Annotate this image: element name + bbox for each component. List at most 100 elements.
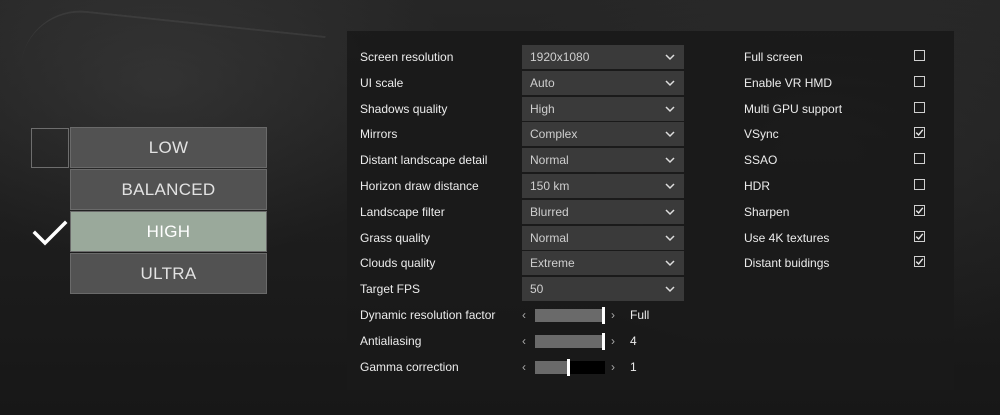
chevron-right-icon[interactable]: ›	[611, 334, 615, 348]
chevron-down-icon	[665, 106, 675, 112]
slider-value: 4	[630, 333, 637, 348]
dropdown-value: 150 km	[530, 178, 570, 193]
graphics-preset-list: LOW BALANCED HIGH ULTRA	[70, 127, 267, 295]
slider-fill	[535, 308, 605, 322]
multi-gpu-support-checkbox[interactable]	[914, 101, 925, 113]
setting-row-distant-landscape-detail: Distant landscape detail Normal	[360, 148, 690, 174]
enable-vr-hmd-checkbox[interactable]	[914, 75, 925, 87]
dropdown-value: Normal	[530, 153, 569, 168]
checkmark-icon	[32, 220, 68, 246]
setting-row-clouds-quality: Clouds quality Extreme	[360, 251, 690, 277]
chevron-down-icon	[665, 157, 675, 164]
option-label: HDR	[744, 178, 770, 193]
option-label: Full screen	[744, 50, 803, 64]
slider-thumb[interactable]	[602, 332, 605, 350]
dropdown-value: 1920x1080	[530, 50, 590, 64]
clouds-quality-dropdown[interactable]: Extreme	[522, 251, 684, 276]
preset-ultra-button[interactable]: ULTRA	[70, 253, 267, 294]
chevron-down-icon	[665, 209, 675, 215]
option-enable-vr-hmd: Enable VR HMD	[744, 71, 934, 97]
option-sharpen: Sharpen	[744, 200, 934, 226]
dropdown-value: Extreme	[530, 256, 575, 271]
dropdown-value: Complex	[530, 127, 578, 142]
preset-balanced-button[interactable]: BALANCED	[70, 169, 267, 210]
setting-label: Distant landscape detail	[360, 153, 488, 168]
setting-label: Clouds quality	[360, 256, 436, 271]
settings-list: Screen resolution 1920x1080 UI scale Aut…	[360, 45, 690, 380]
setting-label: Mirrors	[360, 127, 398, 142]
dropdown-value: 50	[530, 282, 544, 297]
checkmark-icon	[915, 207, 924, 214]
setting-row-dynamic-resolution-factor: Dynamic resolution factor ‹ › Full	[360, 303, 690, 329]
setting-label: Dynamic resolution factor	[360, 307, 496, 322]
setting-label: UI scale	[360, 75, 404, 90]
option-label: Sharpen	[744, 204, 790, 219]
ssao-checkbox[interactable]	[914, 153, 925, 165]
use-4k-textures-checkbox[interactable]	[914, 230, 925, 242]
setting-row-gamma-correction: Gamma correction ‹ › 1	[360, 355, 690, 381]
horizon-draw-distance-dropdown[interactable]: 150 km	[522, 173, 684, 198]
distant-landscape-detail-dropdown[interactable]: Normal	[522, 148, 684, 173]
sharpen-checkbox[interactable]	[914, 204, 925, 216]
slider-value: 1	[630, 359, 637, 374]
setting-label: Shadows quality	[360, 101, 448, 116]
grass-quality-dropdown[interactable]: Normal	[522, 225, 684, 250]
dynamic-resolution-factor-slider[interactable]	[535, 306, 605, 324]
option-use-4k-textures: Use 4K textures	[744, 226, 934, 252]
slider-thumb[interactable]	[602, 306, 605, 324]
shadows-quality-dropdown[interactable]: High	[522, 96, 684, 121]
toggle-options-list: Full screen Enable VR HMD Multi GPU supp…	[744, 45, 934, 277]
target-fps-dropdown[interactable]: 50	[522, 277, 684, 302]
checkmark-icon	[915, 129, 924, 137]
gamma-correction-slider[interactable]	[535, 358, 605, 376]
setting-row-mirrors: Mirrors Complex	[360, 122, 690, 148]
chevron-down-icon	[665, 286, 675, 293]
hdr-checkbox[interactable]	[914, 178, 925, 190]
chevron-down-icon	[665, 183, 675, 190]
slider-value: Full	[630, 307, 650, 322]
vsync-checkbox[interactable]	[914, 127, 925, 139]
slider-fill	[535, 334, 605, 348]
setting-label: Landscape filter	[360, 204, 445, 219]
chevron-down-icon	[665, 260, 675, 267]
full-screen-checkbox[interactable]	[914, 50, 925, 61]
option-label: Multi GPU support	[744, 101, 843, 116]
dropdown-value: High	[530, 101, 555, 116]
slider-thumb[interactable]	[567, 358, 570, 376]
setting-row-ui-scale: UI scale Auto	[360, 70, 690, 97]
ui-scale-dropdown[interactable]: Auto	[522, 70, 684, 95]
chevron-down-icon	[665, 235, 675, 241]
option-distant-buildings: Distant buidings	[744, 251, 934, 277]
screen-resolution-dropdown[interactable]: 1920x1080	[522, 45, 684, 69]
checkmark-icon	[915, 258, 924, 266]
preset-low-button[interactable]: LOW	[70, 127, 267, 168]
distant-buildings-checkbox[interactable]	[914, 256, 925, 268]
chevron-right-icon[interactable]: ›	[611, 308, 615, 322]
dropdown-value: Auto	[530, 75, 555, 90]
setting-row-grass-quality: Grass quality Normal	[360, 225, 690, 252]
option-label: Distant buidings	[744, 256, 830, 271]
preset-high-button[interactable]: HIGH	[70, 211, 267, 252]
option-label: Use 4K textures	[744, 230, 830, 245]
chevron-left-icon[interactable]: ‹	[522, 360, 526, 374]
chevron-down-icon	[665, 54, 675, 61]
dropdown-value: Blurred	[530, 204, 569, 219]
setting-row-antialiasing: Antialiasing ‹ › 4	[360, 329, 690, 355]
setting-label: Horizon draw distance	[360, 178, 479, 193]
antialiasing-slider[interactable]	[535, 332, 605, 350]
setting-row-horizon-draw-distance: Horizon draw distance 150 km	[360, 173, 690, 200]
setting-row-landscape-filter: Landscape filter Blurred	[360, 199, 690, 226]
mirrors-dropdown[interactable]: Complex	[522, 122, 684, 147]
preset-indicator-box	[31, 128, 69, 168]
setting-label: Antialiasing	[360, 333, 422, 348]
chevron-left-icon[interactable]: ‹	[522, 308, 526, 322]
option-full-screen: Full screen	[744, 45, 934, 71]
setting-label: Screen resolution	[360, 50, 454, 64]
setting-label: Gamma correction	[360, 359, 459, 374]
setting-label: Grass quality	[360, 230, 431, 245]
chevron-left-icon[interactable]: ‹	[522, 334, 526, 348]
chevron-right-icon[interactable]: ›	[611, 360, 615, 374]
landscape-filter-dropdown[interactable]: Blurred	[522, 199, 684, 224]
setting-row-screen-resolution: Screen resolution 1920x1080	[360, 45, 690, 71]
setting-row-shadows-quality: Shadows quality High	[360, 96, 690, 123]
